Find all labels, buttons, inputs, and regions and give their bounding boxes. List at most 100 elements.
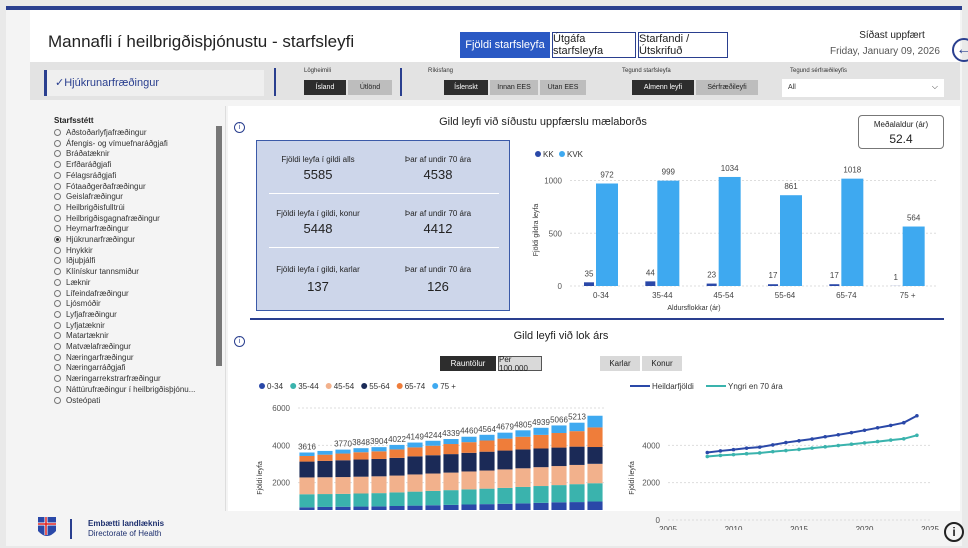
sidebar-item[interactable]: Bráðatæknir <box>54 149 110 158</box>
tab-fjoldi-starfsleyfa[interactable]: Fjöldi starfsleyfa <box>460 32 550 58</box>
bar-kvk <box>841 178 864 286</box>
y-tick-label: 500 <box>549 229 563 238</box>
sidebar-item-label: Næringarfræðingur <box>66 352 134 362</box>
stack-segment <box>515 436 531 450</box>
bar-kk <box>706 283 717 286</box>
selected-profession[interactable]: ✓Hjúkrunarfræðingur <box>44 70 264 96</box>
stack-segment <box>389 449 405 458</box>
sidebar-item-label: Læknir <box>66 277 91 287</box>
data-point <box>784 440 788 445</box>
legend-label: KK <box>543 150 554 159</box>
radio-icon <box>54 343 61 350</box>
sidebar-item[interactable]: Lyfjatæknir <box>54 321 105 330</box>
legend-marker <box>361 383 368 389</box>
stack-segment <box>515 468 531 487</box>
sidebar-item[interactable]: Lyfjafræðingur <box>54 310 117 319</box>
stack-segment <box>389 457 405 476</box>
sidebar-item[interactable]: Náttúrufræðingur í heilbrigðisþjónu... <box>54 385 195 394</box>
stack-segment <box>569 422 585 432</box>
bar-kvk <box>718 176 741 286</box>
sidebar-item-label: Áfengis- og vímuefnaráðgjafi <box>66 138 168 148</box>
per-100000-button[interactable]: Per 100.000 <box>498 355 542 373</box>
sidebar-item-label: Heilbrigðisgagnafræðingur <box>66 213 160 223</box>
sidebar-item[interactable]: Aðstoðarlyfjafræðingur <box>54 128 146 137</box>
radio-icon <box>54 396 61 404</box>
logheimili-utlond-button[interactable]: Útlönd <box>348 80 392 95</box>
sidebar-item[interactable]: Osteópati <box>54 396 100 405</box>
radio-icon <box>54 171 61 179</box>
stack-segment <box>443 490 459 505</box>
x-tick-label: 2025 <box>921 525 939 530</box>
sidebar-item-label: Félagsráðgjafi <box>66 170 117 180</box>
sidebar-item[interactable]: Læknir <box>54 278 90 287</box>
sidebar-item[interactable]: Hnykkir <box>54 246 93 255</box>
legend-label: 55-64 <box>369 382 390 391</box>
sidebar-item[interactable]: Félagsráðgjafi <box>54 171 116 180</box>
sidebar-item[interactable]: Heilbrigðisgagnafræðingur <box>54 214 160 223</box>
data-point <box>757 445 762 449</box>
stack-segment <box>569 502 585 510</box>
data-point <box>731 452 736 457</box>
logheimili-island-button[interactable]: Ísland <box>304 80 346 95</box>
sidebar-item[interactable]: Áfengis- og vímuefnaráðgjafi <box>54 139 168 148</box>
total-label: 3848 <box>352 438 370 447</box>
data-point <box>888 438 893 442</box>
bar-kvk <box>596 183 618 286</box>
y-tick-label: 0 <box>656 516 661 525</box>
rikisfang-islenskt-button[interactable]: Íslenskt <box>444 80 488 95</box>
tab-starfandi-utskrifud[interactable]: Starfandi / Útskrifuð <box>638 32 728 58</box>
karlar-button[interactable]: Karlar <box>600 356 640 371</box>
sidebar-item[interactable]: Fótaaðgerðafræðingur <box>54 182 146 191</box>
konur-button[interactable]: Konur <box>642 356 682 371</box>
stack-segment <box>569 446 585 465</box>
average-age-label: Meðalaldur (ár) <box>873 120 929 129</box>
sidebar-item[interactable]: Matvælafræðingur <box>54 342 131 351</box>
data-point <box>797 447 801 452</box>
data-label: 999 <box>662 168 676 177</box>
total-label: 4564 <box>478 425 496 434</box>
info-icon[interactable]: i <box>944 522 964 542</box>
stack-segment <box>587 483 603 502</box>
sidebar-item[interactable]: Næringarrekstrarfræðingur <box>54 374 161 383</box>
stack-segment <box>587 447 603 464</box>
stack-segment <box>587 427 603 448</box>
total-label: 5213 <box>568 413 586 422</box>
sidebar: Starfsstétt Aðstoðarlyfjafræðingur Áfengi… <box>30 106 226 511</box>
sidebar-item[interactable]: Lífeindafræðingur <box>54 289 129 298</box>
stack-segment <box>407 447 423 457</box>
stack-segment <box>515 430 531 437</box>
sidebar-item[interactable]: Hjúkrunarfræðingur <box>54 235 135 244</box>
y-axis-label: Fjöldi leyfa <box>629 461 636 495</box>
chevron-down-icon: ⌵ <box>931 82 938 91</box>
sidebar-item[interactable]: Iðjuþjálfi <box>54 256 95 265</box>
radio-icon <box>54 161 61 169</box>
sidebar-item[interactable]: Næringarráðgjafi <box>54 363 126 372</box>
stack-segment <box>425 445 441 456</box>
sidebar-item[interactable]: Erfðaráðgjafi <box>54 160 111 169</box>
rauntolur-button[interactable]: Rauntölur <box>440 356 496 371</box>
stack-segment <box>479 451 495 471</box>
stack-segment <box>371 451 387 459</box>
stat-value: 5448 <box>303 221 333 236</box>
stack-segment <box>479 504 495 510</box>
sidebar-item[interactable]: Heyrnarfræðingur <box>54 224 129 233</box>
sidebar-item[interactable]: Klínískur tannsmiður <box>54 267 139 276</box>
sidebar-item[interactable]: Næringarfræðingur <box>54 353 134 362</box>
stack-segment <box>335 449 351 454</box>
stack-segment <box>443 454 459 473</box>
serfraedileyfi-dropdown[interactable]: All ⌵ <box>782 79 944 97</box>
stack-segment <box>461 471 477 490</box>
stack-segment <box>299 455 315 462</box>
rikisfang-utan-ees-button[interactable]: Utan EES <box>540 80 586 95</box>
tegund-almenn-button[interactable]: Almenn leyfi <box>632 80 694 95</box>
tab-utgafa-starfsleyfa[interactable]: Útgáfa starfsleyfa <box>552 32 636 58</box>
rikisfang-innan-ees-button[interactable]: Innan EES <box>490 80 538 95</box>
stack-segment <box>407 474 423 492</box>
total-label: 3904 <box>370 437 388 446</box>
sidebar-item[interactable]: Ljósmóðir <box>54 299 101 308</box>
sidebar-item[interactable]: Heilbrigðisfulltrúi <box>54 203 125 212</box>
stacked-bar-chart: 0200040006000361637703848390440224149424… <box>257 382 604 510</box>
sidebar-item[interactable]: Geislafræðingur <box>54 192 123 201</box>
back-arrow-icon[interactable]: ← <box>952 38 968 62</box>
tegund-serfraedi-button[interactable]: Sérfræðileyfi <box>696 80 758 95</box>
